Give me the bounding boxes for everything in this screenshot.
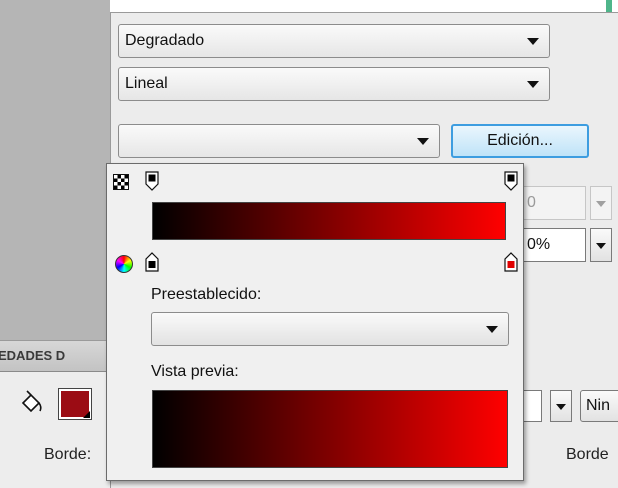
chevron-down-icon (596, 201, 606, 207)
properties-body (0, 372, 110, 488)
flow-type-value: Lineal (125, 75, 168, 92)
color-stop-start[interactable] (145, 252, 159, 272)
chevron-down-icon (486, 326, 498, 333)
stroke-label-right: Borde (566, 446, 609, 463)
chevron-down-icon (417, 138, 429, 145)
edit-button[interactable]: Edición... (451, 124, 589, 158)
accent-strip (606, 0, 612, 12)
swatch-corner-icon (83, 411, 90, 418)
gradient-editor-popup: Preestablecido: Vista previa: (106, 163, 524, 481)
gradient-select[interactable] (118, 124, 440, 158)
style-dropdown-button[interactable] (550, 390, 572, 422)
stage: EDADES D Borde: Degradado Lineal Edición… (0, 0, 618, 488)
panel-top-strip (110, 0, 618, 12)
preview-label: Vista previa: (151, 363, 239, 380)
style-select[interactable]: Nin (580, 390, 618, 422)
preset-select[interactable] (151, 312, 509, 346)
chevron-down-icon (556, 404, 566, 410)
properties-tab[interactable]: EDADES D (0, 340, 110, 372)
alpha-checker-icon (113, 174, 129, 190)
properties-panel: EDADES D (0, 0, 110, 488)
flow-type-select[interactable]: Lineal (118, 67, 550, 101)
preset-label: Preestablecido: (151, 286, 262, 303)
chevron-down-icon (596, 243, 606, 249)
alpha-stop-end[interactable] (504, 171, 518, 191)
fill-type-value: Degradado (125, 32, 205, 49)
color-wheel-icon[interactable] (115, 255, 133, 273)
paint-bucket-icon[interactable] (18, 390, 44, 416)
alpha-stop-start[interactable] (145, 171, 159, 191)
fill-type-select[interactable]: Degradado (118, 24, 550, 58)
color-stop-end[interactable] (504, 252, 518, 272)
disabled-dropdown-button (590, 186, 612, 220)
chevron-down-icon (527, 38, 539, 45)
stroke-label-left: Borde: (44, 446, 92, 463)
gradient-preview (152, 390, 508, 468)
percent-dropdown-button[interactable] (590, 228, 612, 262)
stroke-color-swatch[interactable] (58, 388, 92, 420)
gradient-bar[interactable] (152, 202, 506, 240)
chevron-down-icon (527, 81, 539, 88)
